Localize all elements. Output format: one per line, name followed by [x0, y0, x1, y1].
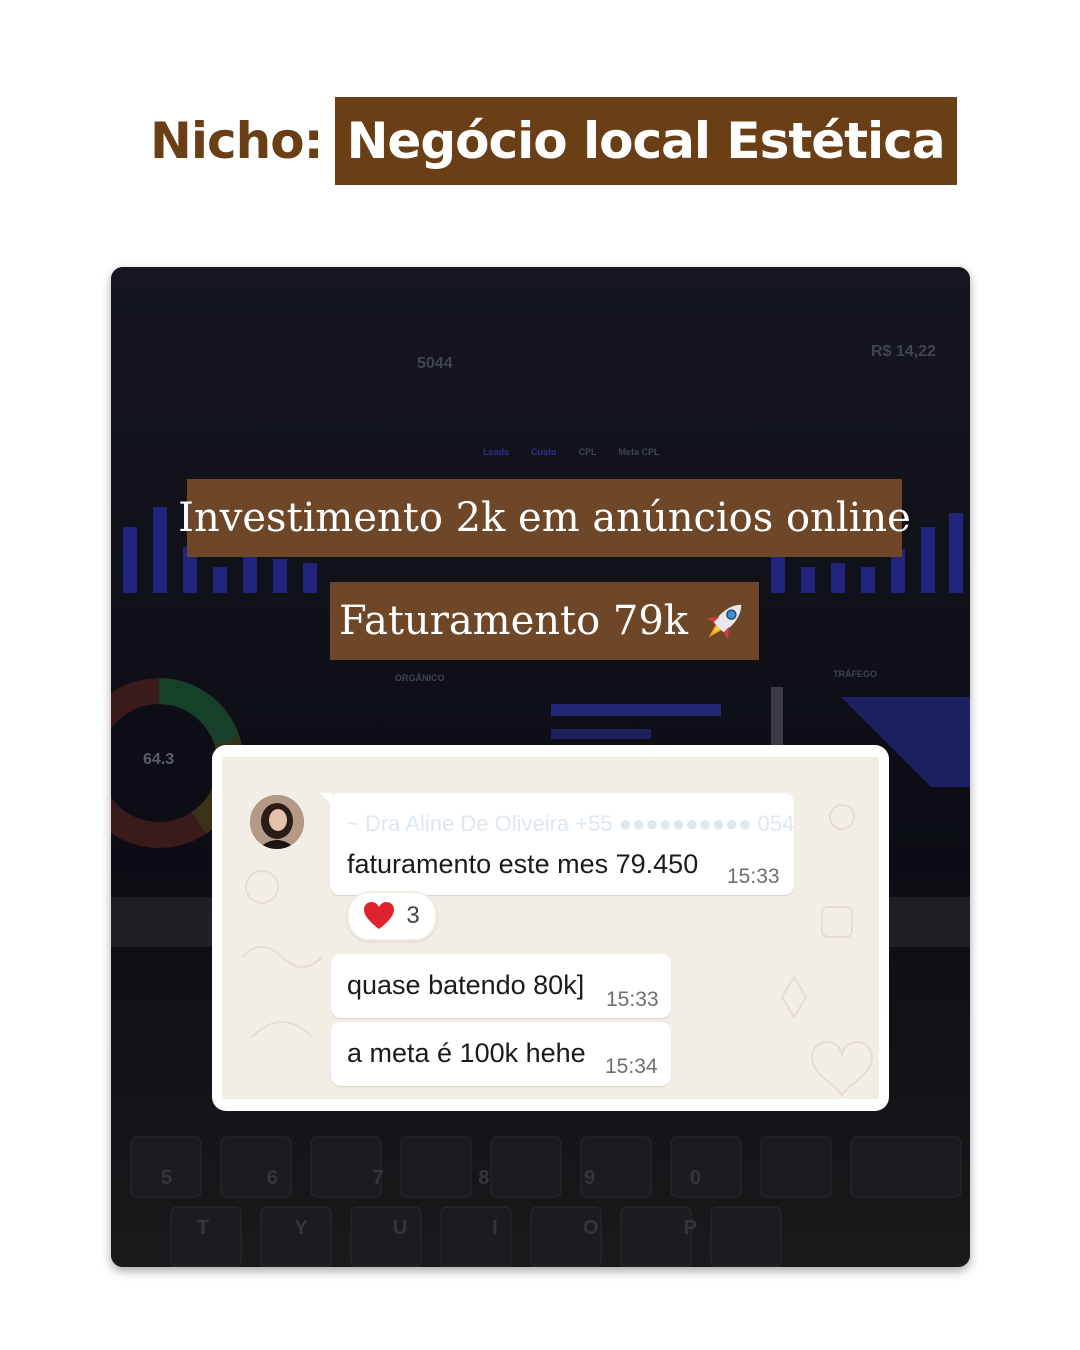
- key-y: Y: [294, 1217, 308, 1239]
- key-5: 5: [161, 1167, 173, 1189]
- key-t: T: [197, 1217, 210, 1239]
- reaction-count: 3: [406, 902, 420, 929]
- chat-screenshot: ~ Dra Aline De Oliveira +55 ●●●●●●●●●● 0…: [212, 745, 889, 1111]
- key-7: 7: [372, 1167, 384, 1189]
- message-bubble-1[interactable]: ~ Dra Aline De Oliveira +55 ●●●●●●●●●● 0…: [320, 793, 795, 895]
- key-o: O: [582, 1217, 599, 1239]
- message-1-text: faturamento este mes 79.450: [347, 849, 699, 879]
- message-3-time: 15:34: [605, 1055, 658, 1078]
- reaction-badge[interactable]: 3: [347, 891, 437, 941]
- results-photo: 5044 R$ 14,22 64.3 ORGÂNICO TRÁFEGO Lead…: [111, 267, 970, 1267]
- metric-left: 5044: [417, 355, 453, 372]
- revenue-caption: Faturamento 79k: [330, 582, 759, 660]
- niche-value-box: Negócio local Estética: [334, 97, 957, 185]
- message-2-text: quase batendo 80k]: [347, 970, 585, 1000]
- keyboard-row-numbers: 5 6 7 8 9 0: [161, 1167, 701, 1190]
- key-6: 6: [266, 1167, 278, 1189]
- rocket-icon: [706, 604, 742, 640]
- investment-caption: Investimento 2k em anúncios online: [178, 479, 911, 557]
- revenue-caption-text: Faturamento 79k: [338, 598, 689, 644]
- legend-custo: Custo: [531, 447, 557, 457]
- sender-name: ~ Dra Aline De Oliveira +55 ●●●●●●●●●● 0…: [346, 811, 795, 836]
- message-bubble-2[interactable]: quase batendo 80k] 15:33: [331, 954, 671, 1018]
- donut-value: 64.3: [143, 751, 175, 768]
- keyboard-row-letters: T Y U I O P: [197, 1217, 697, 1240]
- key-8: 8: [478, 1167, 490, 1189]
- avatar-photo: [250, 795, 304, 849]
- section-traffic: TRÁFEGO: [833, 669, 877, 679]
- niche-label: Nicho:: [150, 112, 324, 170]
- key-0: 0: [689, 1167, 701, 1189]
- sender-avatar[interactable]: [250, 795, 304, 849]
- key-u: U: [392, 1217, 408, 1239]
- niche-header: Nicho: Negócio local Estética: [150, 97, 957, 185]
- section-organic: ORGÂNICO: [395, 673, 445, 683]
- heart-icon: [364, 902, 395, 929]
- message-bubble-3[interactable]: a meta é 100k hehe 15:34: [331, 1022, 671, 1086]
- message-2-time: 15:33: [606, 988, 659, 1011]
- message-3-text: a meta é 100k hehe: [347, 1038, 586, 1068]
- key-9: 9: [584, 1167, 596, 1189]
- chat-wallpaper: ~ Dra Aline De Oliveira +55 ●●●●●●●●●● 0…: [222, 757, 879, 1099]
- key-p: P: [683, 1217, 697, 1239]
- key-i: I: [492, 1217, 498, 1239]
- metric-right: R$ 14,22: [871, 343, 936, 360]
- legend-leads: Leads: [483, 447, 510, 457]
- legend-cpl: CPL: [578, 447, 597, 457]
- chart-legend: Leads Custo CPL Meta CPL: [483, 447, 660, 457]
- investment-caption-text: Investimento 2k em anúncios online: [178, 495, 911, 541]
- message-1-time: 15:33: [727, 865, 780, 888]
- legend-meta-cpl: Meta CPL: [618, 447, 660, 457]
